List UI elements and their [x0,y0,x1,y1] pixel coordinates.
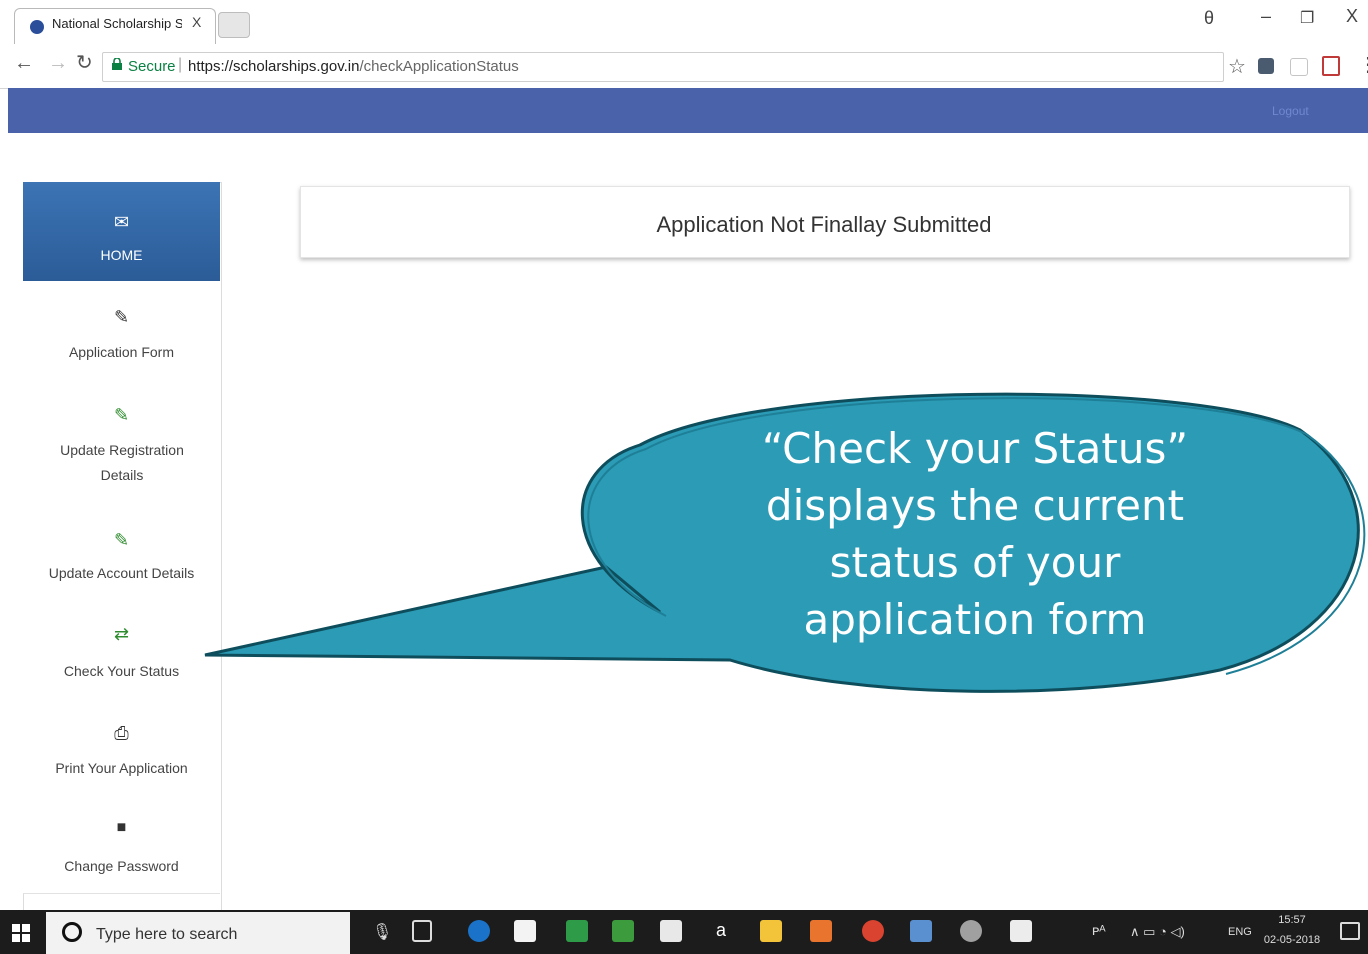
callout-line: application form [803,595,1147,644]
amazon-icon[interactable]: a [710,920,732,942]
callout-line: “Check your Status” [761,424,1189,473]
powerpoint-icon[interactable] [810,920,832,942]
mail-icon[interactable] [660,920,682,942]
system-tray-icons[interactable]: ∧ ▭ ◔ ◁) [1130,924,1185,940]
windows-start-icon[interactable] [12,924,30,942]
callout-text: “Check your Status” displays the current… [690,420,1260,648]
edge-browser-icon[interactable] [468,920,490,942]
task-view-icon[interactable] [412,920,432,942]
app-icon[interactable] [612,920,634,942]
callout-line: displays the current [765,481,1185,530]
cortana-icon [62,922,82,942]
people-icon[interactable]: ᴘᴬ [1092,922,1106,938]
photos-icon[interactable] [566,920,588,942]
callout-line: status of your [829,538,1121,587]
microphone-icon[interactable]: 🎙 [372,922,392,942]
clock-time[interactable]: 15:57 [1266,914,1318,926]
file-explorer-icon[interactable] [760,920,782,942]
search-placeholder: Type here to search [96,926,238,943]
language-indicator[interactable]: ENG [1228,926,1252,938]
store-icon[interactable] [514,920,536,942]
chrome-icon[interactable] [862,920,884,942]
clock-date[interactable]: 02-05-2018 [1262,934,1322,946]
paint-icon[interactable] [960,920,982,942]
app-icon[interactable] [910,920,932,942]
photos-viewer-icon[interactable] [1010,920,1032,942]
notification-icon[interactable] [1340,922,1360,940]
